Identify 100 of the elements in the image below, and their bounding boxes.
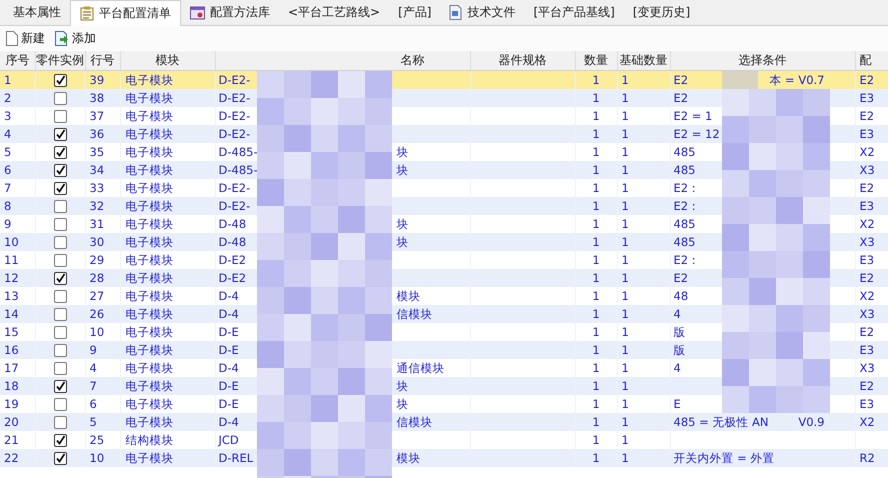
column-header[interactable]: 序号 (0, 51, 35, 70)
table-cell: D-E2- (218, 181, 250, 195)
table-cell: X2 (860, 415, 875, 429)
table-cell: 5 (4, 145, 12, 159)
toolbar-button[interactable]: 添加 (53, 30, 98, 46)
checkbox[interactable] (54, 452, 66, 466)
checkbox[interactable] (54, 398, 66, 412)
table-cell: 29 (90, 253, 104, 267)
table-cell-text: E (674, 396, 681, 413)
column-header[interactable]: 名称 (215, 51, 470, 70)
table-cell: 26 (90, 307, 104, 321)
tab[interactable]: 平台配置清单 (70, 0, 181, 26)
table-cell: 电子模块 (126, 415, 174, 429)
table-cell: 1 (622, 217, 629, 231)
table-cell: 28 (90, 271, 104, 285)
tab[interactable]: [平台产品基线] (524, 0, 624, 25)
checkbox[interactable] (54, 434, 66, 448)
table-cell: 25 (90, 433, 104, 447)
table-cell-text: E2 (674, 90, 688, 107)
table-cell: R2 (860, 451, 875, 465)
table-cell-text: 485 (674, 234, 696, 251)
checkbox[interactable] (54, 92, 66, 106)
table-cell: 电子模块 (126, 289, 174, 303)
checkbox[interactable] (54, 164, 66, 178)
checkbox[interactable] (54, 110, 66, 124)
checkbox[interactable] (54, 74, 66, 88)
tab[interactable]: 技术文件 (440, 0, 524, 25)
table-cell: E3 (860, 91, 874, 105)
table-cell: 11 (4, 253, 19, 267)
table-cell: 1 (592, 163, 600, 177)
column-header[interactable]: 基础数量 (617, 51, 670, 70)
table-cell: 10 (90, 325, 104, 339)
checkbox[interactable] (54, 218, 66, 232)
checkbox[interactable] (54, 326, 66, 340)
table-cell-text: 版 (674, 342, 686, 359)
toolbar-button[interactable]: 新建 (4, 30, 47, 46)
table-cell-text: V0.9 (798, 414, 826, 431)
checkbox[interactable] (54, 380, 66, 394)
checkbox[interactable] (54, 146, 66, 160)
table-cell: 7 (4, 181, 12, 195)
table-cell: 1 (592, 217, 600, 231)
table-cell: 1 (622, 73, 629, 87)
table-cell: 1 (592, 361, 600, 375)
checkbox[interactable] (54, 128, 66, 142)
table-cell: D-E (218, 379, 239, 393)
checkbox[interactable] (54, 254, 66, 268)
table-cell: 1 (4, 73, 12, 87)
table-cell: 电子模块 (126, 361, 174, 375)
table-cell-text: E2 : (674, 180, 696, 197)
checkbox[interactable] (54, 308, 66, 322)
table-cell: 19 (4, 397, 19, 411)
table-cell: D-485- (218, 145, 258, 159)
column-header[interactable]: 器件规格 (470, 51, 575, 70)
table-cell: 1 (622, 181, 629, 195)
column-header[interactable]: 零件实例 (35, 51, 85, 70)
column-header[interactable]: 数量 (575, 51, 617, 70)
table-cell: 15 (4, 325, 19, 339)
table-cell: 1 (592, 127, 600, 141)
checkbox[interactable] (54, 236, 66, 250)
table-cell: 1 (592, 235, 600, 249)
table-cell: E2 (860, 73, 874, 87)
table-cell: 6 (4, 163, 12, 177)
table-cell: 1 (622, 163, 629, 177)
column-header[interactable]: 模块 (120, 51, 215, 70)
column-header[interactable]: 选择条件 (670, 51, 855, 70)
checkbox[interactable] (54, 290, 66, 304)
checkbox[interactable] (54, 344, 66, 358)
column-header[interactable]: 行号 (85, 51, 120, 70)
checkbox[interactable] (54, 182, 66, 196)
tab[interactable]: [产品] (389, 0, 440, 25)
table-cell: 1 (592, 109, 600, 123)
table-cell: 块 (396, 235, 408, 249)
table-cell: 1 (592, 289, 600, 303)
checkbox[interactable] (54, 272, 66, 286)
table-cell: D-485- (218, 163, 258, 177)
checkbox[interactable] (54, 200, 66, 214)
table-cell: X3 (860, 235, 875, 249)
tab[interactable]: <平台工艺路线> (279, 0, 390, 25)
table-cell: 电子模块 (126, 181, 174, 195)
table-cell: D-4 (218, 415, 239, 429)
clipboard-icon (80, 6, 94, 21)
table-cell-text: 4 (674, 306, 681, 323)
table-cell-text: E2 (674, 72, 688, 89)
tab[interactable]: 基本属性 (4, 0, 70, 25)
table-cell-text: 版 (674, 324, 686, 341)
table-cell: 1 (592, 271, 600, 285)
checkbox[interactable] (54, 362, 66, 376)
table-cell-text: E2 : (674, 252, 696, 269)
table-cell: 10 (4, 235, 19, 249)
tab[interactable]: [变更历史] (624, 0, 700, 25)
table-cell: X3 (860, 307, 875, 321)
table-cell: 1 (622, 397, 629, 411)
table-cell: 1 (592, 253, 600, 267)
table-cell: 块 (396, 379, 408, 393)
column-header[interactable]: 配 (855, 51, 888, 70)
table-cell: 16 (4, 343, 19, 357)
checkbox[interactable] (54, 416, 66, 430)
table-cell: 电子模块 (126, 145, 174, 159)
table-cell: D-E2- (218, 91, 250, 105)
tab[interactable]: 配置方法库 (181, 0, 279, 25)
